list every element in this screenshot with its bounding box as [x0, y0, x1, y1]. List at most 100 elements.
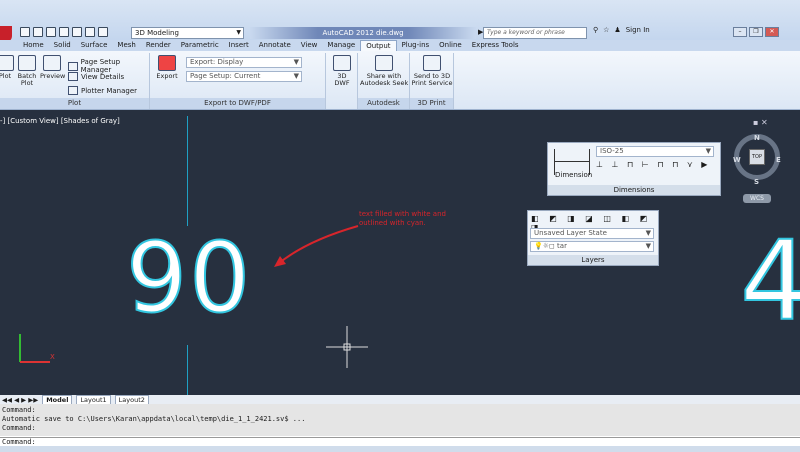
plotter-icon — [68, 86, 78, 95]
seek-icon — [375, 55, 393, 71]
save-as-icon[interactable] — [59, 27, 69, 37]
tab-surface[interactable]: Surface — [76, 40, 113, 51]
chevron-down-icon: ▼ — [293, 58, 299, 66]
tab-mesh[interactable]: Mesh — [112, 40, 140, 51]
chevron-down-icon: ▼ — [645, 242, 651, 250]
layer-state-dropdown[interactable]: Unsaved Layer State ▼ — [530, 228, 654, 239]
star-icon[interactable]: ☆ — [603, 26, 609, 34]
tab-render[interactable]: Render — [141, 40, 176, 51]
new-icon[interactable] — [20, 27, 30, 37]
crosshair-cursor-icon — [326, 326, 368, 368]
viewport-label[interactable]: -] [Custom View] [Shades of Gray] — [0, 117, 120, 125]
annotation-note: text filled with white and outlined with… — [359, 210, 446, 227]
user-icon: ♟ — [614, 26, 621, 34]
export-button[interactable]: Export — [154, 55, 180, 80]
tab-manage[interactable]: Manage — [322, 40, 360, 51]
3d-print-panel-title: 3D Print — [410, 98, 453, 109]
share-seek-button[interactable]: Share with Autodesk Seek — [360, 55, 408, 87]
page-setup-dropdown[interactable]: Page Setup: Current ▼ — [186, 71, 302, 82]
tab-plug-ins[interactable]: Plug-ins — [397, 40, 435, 51]
tab-output[interactable]: Output — [360, 40, 397, 51]
command-history-line: Automatic save to C:\Users\Karan\appdata… — [2, 415, 306, 423]
redo-icon[interactable] — [98, 27, 108, 37]
minimize-button[interactable]: – — [733, 27, 747, 37]
restore-button[interactable]: ❐ — [749, 27, 763, 37]
binoculars-icon[interactable]: ⚲ — [593, 26, 598, 34]
tab-insert[interactable]: Insert — [224, 40, 254, 51]
open-icon[interactable] — [33, 27, 43, 37]
status-bar — [0, 446, 800, 452]
plot-icon — [0, 55, 14, 71]
3d-dwf-button[interactable]: 3D DWF — [329, 55, 355, 87]
tab-annotate[interactable]: Annotate — [254, 40, 296, 51]
3d-dwf-icon — [333, 55, 351, 71]
dimension-tools[interactable]: ⊥ ⊥ ⊓ ⊢ ⊓ ⊓ ⋎ ▶ — [596, 160, 710, 169]
send-3d-print-button[interactable]: Send to 3D Print Service — [411, 55, 453, 87]
wcs-menu[interactable]: WCS — [743, 194, 771, 203]
window-controls: – ❐ ✕ — [733, 27, 779, 37]
plot-panel-title: Plot — [0, 98, 149, 109]
export-panel: Export Export: Display ▼ Page Setup: Curr… — [150, 53, 326, 109]
dimension-button[interactable]: Dimension — [555, 171, 592, 179]
ucs-icon: X — [19, 334, 55, 363]
batch-plot-icon — [18, 55, 36, 71]
tab-solid[interactable]: Solid — [49, 40, 76, 51]
partial-text-4[interactable]: 4 — [739, 225, 800, 337]
print-icon[interactable] — [72, 27, 82, 37]
viewcube-top[interactable]: TOP — [749, 149, 765, 165]
vertical-line-bottom — [187, 345, 188, 395]
3d-print-panel: Send to 3D Print Service 3D Print — [410, 53, 454, 109]
tab-express-tools[interactable]: Express Tools — [467, 40, 524, 51]
save-icon[interactable] — [46, 27, 56, 37]
command-history-line: Command: — [2, 406, 36, 414]
chevron-down-icon: ▼ — [645, 229, 651, 237]
dwf-panel: 3D DWF — [326, 53, 358, 109]
layout-nav-arrows[interactable]: ◀◀ ◀ ▶ ▶▶ — [2, 396, 38, 404]
plot-button[interactable]: Plot — [0, 55, 14, 80]
viewport-controls[interactable]: ▪ ✕ — [753, 118, 768, 127]
search-input[interactable]: Type a keyword or phrase — [483, 27, 587, 39]
preview-icon — [43, 55, 61, 71]
autodesk-seek-panel: Share with Autodesk Seek Autodesk Seek — [358, 53, 410, 118]
layout-tabs: ◀◀ ◀ ▶ ▶▶ Model Layout1 Layout2 — [0, 394, 800, 405]
dimension-style-dropdown[interactable]: ISO-25 ▼ — [596, 146, 714, 157]
chevron-down-icon: ▼ — [705, 147, 711, 155]
view-details-button[interactable]: View Details — [68, 72, 124, 81]
command-history: Command: Automatic save to C:\Users\Kara… — [0, 404, 800, 436]
layers-panel-title: Layers — [528, 255, 658, 265]
export-display-dropdown[interactable]: Export: Display ▼ — [186, 57, 302, 68]
page-setup-icon — [68, 61, 78, 71]
compass-south: S — [754, 178, 760, 186]
compass-west: W — [733, 156, 741, 164]
layer-dropdown[interactable]: 💡☼◻ tar ▼ — [530, 241, 654, 252]
compass-north: N — [754, 134, 760, 142]
lightbulb-icon: 💡☼◻ — [534, 242, 555, 250]
ribbon-tabs: Home Solid Surface Mesh Render Parametri… — [0, 40, 800, 51]
plotter-manager-button[interactable]: Plotter Manager — [68, 86, 137, 95]
dimensions-panel: Dimension ISO-25 ▼ ⊥ ⊥ ⊓ ⊢ ⊓ ⊓ ⋎ ▶ Dimens… — [547, 142, 721, 196]
command-input[interactable]: Command: — [0, 437, 800, 446]
red-arrow-icon — [274, 225, 359, 267]
tab-view[interactable]: View — [296, 40, 323, 51]
chevron-down-icon: ▼ — [236, 29, 241, 36]
chevron-down-icon: ▼ — [293, 72, 299, 80]
dimensions-panel-title: Dimensions — [548, 185, 720, 195]
preview-button[interactable]: Preview — [40, 55, 65, 80]
workspace-dropdown[interactable]: 3D Modeling ▼ — [131, 27, 244, 39]
batch-plot-button[interactable]: Batch Plot — [16, 55, 38, 87]
tab-model[interactable]: Model — [42, 394, 73, 405]
tab-parametric[interactable]: Parametric — [176, 40, 224, 51]
sign-in[interactable]: ⚲ ☆ ♟ Sign In — [593, 26, 650, 34]
tab-layout1[interactable]: Layout1 — [76, 394, 111, 405]
tab-layout2[interactable]: Layout2 — [114, 394, 149, 405]
undo-icon[interactable] — [85, 27, 95, 37]
tab-home[interactable]: Home — [18, 40, 49, 51]
svg-text:X: X — [50, 353, 55, 361]
plot-panel: Plot Batch Plot Preview Page Setup Manag… — [0, 53, 150, 109]
vertical-line-top — [187, 116, 188, 226]
tab-online[interactable]: Online — [434, 40, 467, 51]
view-details-icon — [68, 72, 78, 81]
large-text-90[interactable]: 90 — [125, 229, 252, 327]
close-button[interactable]: ✕ — [765, 27, 779, 37]
window-title: AutoCAD 2012 die.dwg — [250, 27, 476, 39]
